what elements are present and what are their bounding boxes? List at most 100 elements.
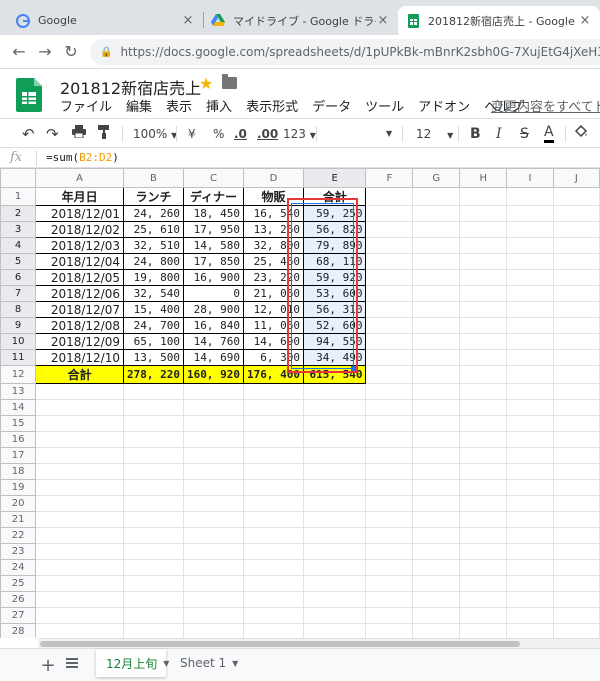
empty-cell[interactable] xyxy=(365,399,414,416)
empty-cell[interactable] xyxy=(412,333,461,350)
empty-cell[interactable] xyxy=(506,365,554,384)
empty-cell[interactable] xyxy=(242,463,304,480)
close-icon[interactable]: × xyxy=(578,13,592,28)
empty-cell[interactable] xyxy=(182,383,244,400)
empty-cell[interactable] xyxy=(182,495,244,512)
row-header[interactable]: 26 xyxy=(0,591,37,608)
sheets-logo-icon[interactable] xyxy=(16,78,42,112)
table-cell[interactable]: 59, 250 xyxy=(302,205,367,222)
menu-view[interactable]: 表示 xyxy=(166,96,192,116)
row-header[interactable]: 4 xyxy=(0,237,37,254)
table-cell[interactable]: 56, 310 xyxy=(302,301,367,318)
row-header[interactable]: 12 xyxy=(0,365,37,384)
empty-cell[interactable] xyxy=(123,431,184,448)
row-header[interactable]: 19 xyxy=(0,479,37,496)
empty-cell[interactable] xyxy=(242,543,304,560)
folder-icon[interactable] xyxy=(222,74,237,89)
total-cell[interactable]: 176, 400 xyxy=(242,365,304,384)
empty-cell[interactable] xyxy=(552,575,600,592)
currency-button[interactable]: ¥ xyxy=(188,125,196,143)
row-header[interactable]: 17 xyxy=(0,447,37,464)
empty-cell[interactable] xyxy=(459,237,508,254)
browser-tab-drive[interactable]: マイドライブ - Google ドライブ × xyxy=(203,6,398,35)
row-header[interactable]: 6 xyxy=(0,269,37,286)
empty-cell[interactable] xyxy=(459,479,508,496)
empty-cell[interactable] xyxy=(506,399,554,416)
empty-cell[interactable] xyxy=(123,383,184,400)
empty-cell[interactable] xyxy=(182,559,244,576)
empty-cell[interactable] xyxy=(35,511,124,528)
reload-icon[interactable]: ↻ xyxy=(62,43,80,61)
empty-cell[interactable] xyxy=(365,205,414,222)
empty-cell[interactable] xyxy=(35,623,124,638)
fill-handle[interactable] xyxy=(351,366,356,371)
empty-cell[interactable] xyxy=(459,591,508,608)
empty-cell[interactable] xyxy=(552,253,600,270)
empty-cell[interactable] xyxy=(35,431,124,448)
row-header[interactable]: 27 xyxy=(0,607,37,624)
empty-cell[interactable] xyxy=(412,607,461,624)
empty-cell[interactable] xyxy=(365,527,414,544)
empty-cell[interactable] xyxy=(506,527,554,544)
table-cell[interactable]: 59, 920 xyxy=(302,269,367,286)
table-cell[interactable]: 94, 550 xyxy=(302,333,367,350)
empty-cell[interactable] xyxy=(35,591,124,608)
row-header[interactable]: 5 xyxy=(0,253,37,270)
menu-insert[interactable]: 挿入 xyxy=(206,96,232,116)
empty-cell[interactable] xyxy=(182,527,244,544)
empty-cell[interactable] xyxy=(552,365,600,384)
empty-cell[interactable] xyxy=(552,187,600,206)
menu-format[interactable]: 表示形式 xyxy=(246,96,298,116)
empty-cell[interactable] xyxy=(459,269,508,286)
empty-cell[interactable] xyxy=(123,495,184,512)
empty-cell[interactable] xyxy=(35,479,124,496)
empty-cell[interactable] xyxy=(459,221,508,238)
table-cell[interactable]: 2018/12/06 xyxy=(35,285,124,302)
empty-cell[interactable] xyxy=(459,399,508,416)
menu-file[interactable]: ファイル xyxy=(60,96,112,116)
empty-cell[interactable] xyxy=(123,527,184,544)
empty-cell[interactable] xyxy=(459,301,508,318)
empty-cell[interactable] xyxy=(412,253,461,270)
empty-cell[interactable] xyxy=(35,495,124,512)
empty-cell[interactable] xyxy=(506,333,554,350)
empty-cell[interactable] xyxy=(506,415,554,432)
url-field[interactable]: 🔒 https://docs.google.com/spreadsheets/d… xyxy=(90,39,600,65)
empty-cell[interactable] xyxy=(459,463,508,480)
empty-cell[interactable] xyxy=(552,527,600,544)
italic-button[interactable]: I xyxy=(496,125,502,143)
empty-cell[interactable] xyxy=(412,527,461,544)
empty-cell[interactable] xyxy=(552,543,600,560)
empty-cell[interactable] xyxy=(506,479,554,496)
table-cell[interactable]: 12, 010 xyxy=(242,301,304,318)
empty-cell[interactable] xyxy=(412,383,461,400)
empty-cell[interactable] xyxy=(459,317,508,334)
empty-cell[interactable] xyxy=(459,383,508,400)
table-cell[interactable]: 23, 220 xyxy=(242,269,304,286)
empty-cell[interactable] xyxy=(123,575,184,592)
menu-edit[interactable]: 編集 xyxy=(126,96,152,116)
empty-cell[interactable] xyxy=(459,285,508,302)
empty-cell[interactable] xyxy=(365,559,414,576)
empty-cell[interactable] xyxy=(506,253,554,270)
empty-cell[interactable] xyxy=(459,559,508,576)
total-cell[interactable]: 160, 920 xyxy=(182,365,244,384)
empty-cell[interactable] xyxy=(182,447,244,464)
empty-cell[interactable] xyxy=(123,415,184,432)
empty-cell[interactable] xyxy=(552,607,600,624)
font-select-chevron-icon[interactable]: ▼ xyxy=(386,125,392,143)
empty-cell[interactable] xyxy=(506,559,554,576)
table-cell[interactable]: 56, 820 xyxy=(302,221,367,238)
empty-cell[interactable] xyxy=(302,431,367,448)
empty-cell[interactable] xyxy=(365,317,414,334)
empty-cell[interactable] xyxy=(302,495,367,512)
sheet-tab[interactable]: Sheet 1 ▼ xyxy=(170,649,238,677)
empty-cell[interactable] xyxy=(412,543,461,560)
empty-cell[interactable] xyxy=(242,431,304,448)
empty-cell[interactable] xyxy=(35,527,124,544)
empty-cell[interactable] xyxy=(365,575,414,592)
total-cell[interactable]: 615, 540 xyxy=(302,365,367,384)
empty-cell[interactable] xyxy=(302,399,367,416)
empty-cell[interactable] xyxy=(365,253,414,270)
empty-cell[interactable] xyxy=(506,495,554,512)
